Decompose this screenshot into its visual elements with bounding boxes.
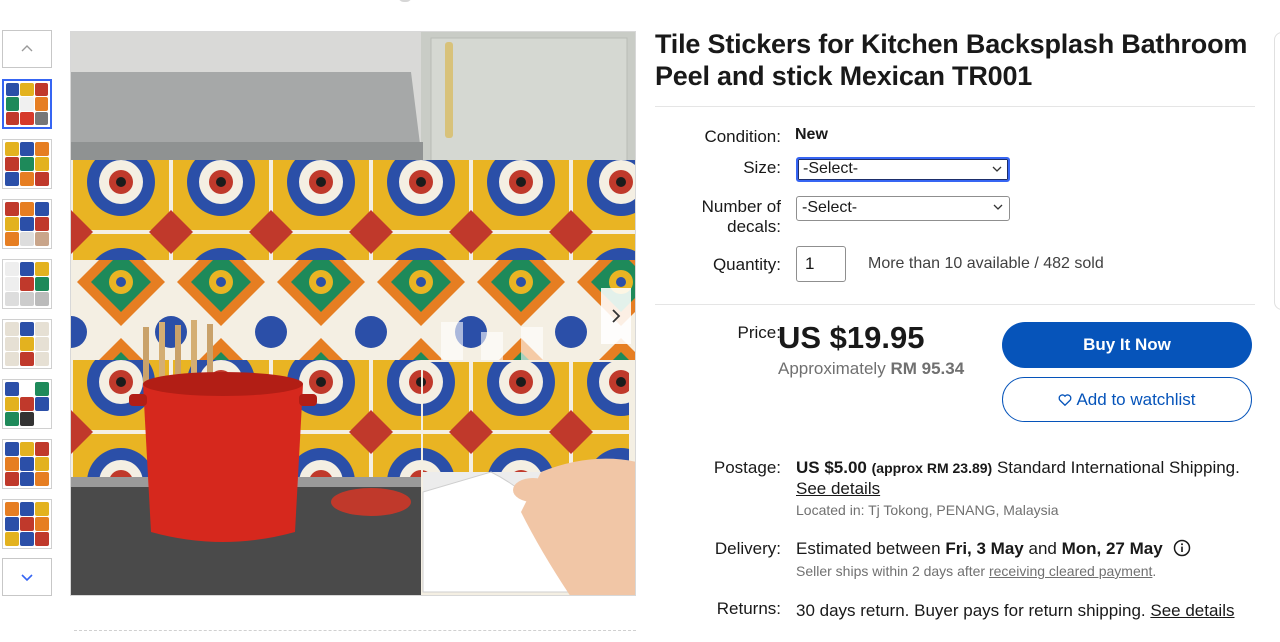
delivery-from: Fri, 3 May <box>945 539 1024 558</box>
chevron-right-icon <box>612 309 621 323</box>
divider <box>74 630 636 631</box>
price-value: US $19.95 <box>778 320 925 355</box>
cleared-payment-link[interactable]: receiving cleared payment <box>989 563 1152 579</box>
availability-text: More than 10 available / 482 sold <box>868 255 1104 272</box>
seller-dispatch-note: Seller ships within 2 days after receivi… <box>796 563 1156 579</box>
divider <box>655 106 1255 107</box>
postage-method: Standard International Shipping. <box>996 458 1240 477</box>
delivery-label: Delivery: <box>714 539 781 558</box>
delivery-prefix: Estimated between <box>796 539 941 558</box>
thumbnail-6[interactable] <box>2 379 52 429</box>
next-image-button[interactable] <box>601 288 631 344</box>
top-indicator <box>398 0 412 2</box>
quantity-input[interactable]: 1 <box>796 246 846 282</box>
price-approx-prefix: Approximately <box>778 359 886 378</box>
buy-it-now-button[interactable]: Buy It Now <box>1002 322 1252 368</box>
chevron-up-icon <box>21 45 33 52</box>
price-label: Price: <box>737 323 781 342</box>
postage-approx: (approx RM 23.89) <box>871 460 993 476</box>
thumbnail-7[interactable] <box>2 439 52 489</box>
thumbnail-8[interactable] <box>2 499 52 549</box>
listing-title: Tile Stickers for Kitchen Backsplash Bat… <box>655 29 1248 91</box>
returns-text: 30 days return. Buyer pays for return sh… <box>796 601 1146 620</box>
condition-value: New <box>795 126 828 143</box>
postage-price: US $5.00 <box>796 458 867 477</box>
heart-icon <box>1059 393 1072 406</box>
chevron-down-icon <box>992 166 1002 172</box>
price-approx: Approximately RM 95.34 <box>778 359 964 379</box>
product-photo <box>71 32 635 595</box>
side-panel-edge <box>1274 32 1280 310</box>
size-select-value: -Select- <box>803 160 859 177</box>
condition-label: Condition: <box>704 127 781 146</box>
add-to-watchlist-button[interactable]: Add to watchlist <box>1002 377 1252 422</box>
thumbnail-scroll-down-button[interactable] <box>2 558 52 596</box>
thumbnail-scroll-up-button[interactable] <box>2 30 52 68</box>
thumbnail-4[interactable] <box>2 259 52 309</box>
decals-label-line2: decals: <box>727 217 781 236</box>
price-approx-value: RM 95.34 <box>890 359 965 378</box>
thumbnail-5[interactable] <box>2 319 52 369</box>
main-product-image[interactable] <box>70 31 636 596</box>
postage-line: US $5.00 (approx RM 23.89) Standard Inte… <box>796 458 1240 478</box>
delivery-to: Mon, 27 May <box>1061 539 1163 558</box>
decals-select-value: -Select- <box>802 199 858 216</box>
thumbnail-1[interactable] <box>2 79 52 129</box>
divider <box>655 304 1255 305</box>
chevron-down-icon <box>993 204 1003 210</box>
seller-ships-prefix: Seller ships within 2 days after <box>796 563 986 579</box>
size-select[interactable]: -Select- <box>796 157 1010 182</box>
postage-label: Postage: <box>713 458 781 477</box>
returns-see-details-link[interactable]: See details <box>1150 601 1234 620</box>
delivery-estimate: Estimated between Fri, 3 May and Mon, 27… <box>796 539 1191 559</box>
decals-select[interactable]: -Select- <box>796 196 1010 221</box>
thumbnail-3[interactable] <box>2 199 52 249</box>
returns-label: Returns: <box>716 599 781 618</box>
add-to-watchlist-label: Add to watchlist <box>1076 389 1196 409</box>
decals-label-line1: Number of <box>701 197 781 216</box>
item-location: Located in: Tj Tokong, PENANG, Malaysia <box>796 502 1059 518</box>
quantity-label: Quantity: <box>712 255 781 274</box>
delivery-and: and <box>1028 539 1057 558</box>
info-icon[interactable] <box>1173 539 1191 557</box>
size-label: Size: <box>743 158 781 177</box>
chevron-down-icon <box>21 574 33 582</box>
postage-see-details-link[interactable]: See details <box>796 479 880 499</box>
see-details-text[interactable]: See details <box>796 479 880 498</box>
seller-ships-suffix: . <box>1152 563 1157 579</box>
returns-policy: 30 days return. Buyer pays for return sh… <box>796 601 1235 621</box>
thumbnail-2[interactable] <box>2 139 52 189</box>
